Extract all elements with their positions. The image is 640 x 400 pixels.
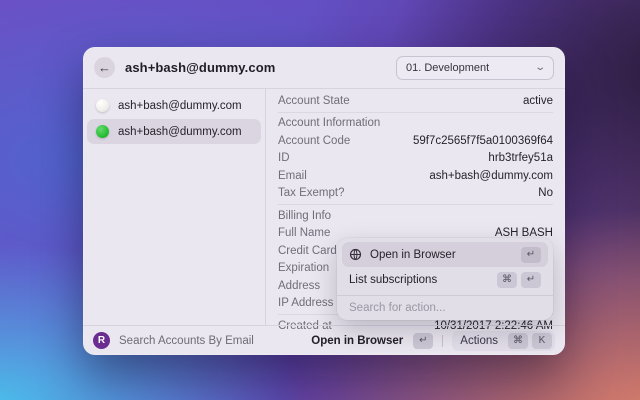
actions-button[interactable]: Actions ⌘ K [452, 330, 555, 351]
footer-bar: R Search Accounts By Email Open in Brows… [83, 326, 565, 355]
enter-key-icon: ↵ [413, 332, 434, 349]
detail-label: Account State [278, 94, 350, 107]
detail-label: Email [278, 169, 307, 182]
detail-label: IP Address [278, 297, 334, 310]
action-item-list-subscriptions[interactable]: List subscriptions ⌘ ↵ [342, 267, 548, 292]
detail-label: Credit Card [278, 244, 337, 257]
command-key-icon: ⌘ [497, 271, 517, 288]
detail-row-tax-exempt: Tax Exempt? No [278, 185, 553, 203]
detail-row-account-state: Account State active [278, 92, 553, 110]
recurly-logo-icon: R [93, 332, 110, 349]
desktop-background: ← ash+bash@dummy.com 01. Development ⌄ a… [0, 0, 640, 400]
detail-value: hrb3trfey51a [488, 152, 553, 165]
detail-row-id: ID hrb3trfey51a [278, 150, 553, 168]
back-button[interactable]: ← [94, 57, 115, 78]
k-key-icon: K [532, 332, 552, 349]
action-item-open-in-browser[interactable]: Open in Browser ↵ [342, 242, 548, 267]
window-header: ← ash+bash@dummy.com 01. Development ⌄ [83, 47, 565, 88]
raycast-window: ← ash+bash@dummy.com 01. Development ⌄ a… [83, 47, 565, 355]
detail-value: active [522, 94, 553, 107]
environment-dropdown[interactable]: 01. Development ⌄ [396, 55, 554, 80]
detail-value: ash+bash@dummy.com [429, 169, 553, 182]
detail-row-account-code: Account Code 59f7c2565f7f5a0100369f64 [278, 132, 553, 150]
command-key-icon: ⌘ [508, 332, 528, 349]
section-divider [278, 111, 553, 113]
action-menu-popup: Open in Browser ↵ List subscriptions ⌘ ↵… [337, 238, 553, 320]
status-dot-icon [96, 125, 109, 138]
primary-action-button[interactable]: Open in Browser [311, 335, 403, 347]
status-dot-icon [96, 99, 109, 112]
detail-label: Expiration [278, 262, 330, 275]
chevron-down-icon: ⌄ [533, 62, 546, 73]
action-item-label: Open in Browser [370, 248, 456, 261]
list-item-account-0[interactable]: ash+bash@dummy.com [87, 93, 261, 118]
section-header-account-information: Account Information [278, 115, 553, 133]
environment-dropdown-value: 01. Development [406, 61, 490, 74]
list-item-account-1-selected[interactable]: ash+bash@dummy.com [87, 119, 261, 144]
account-list: ash+bash@dummy.com ash+bash@dummy.com [83, 89, 265, 325]
action-search-input[interactable]: Search for action... [342, 296, 548, 320]
action-item-label: List subscriptions [349, 273, 438, 286]
footer-separator [442, 334, 444, 347]
page-title: ash+bash@dummy.com [125, 60, 276, 75]
globe-icon [349, 248, 362, 261]
section-title: Account Information [278, 117, 381, 130]
account-email: ash+bash@dummy.com [118, 99, 242, 112]
section-header-billing-info: Billing Info [278, 207, 553, 225]
detail-label: Full Name [278, 227, 331, 240]
section-title: Billing Info [278, 209, 332, 222]
detail-label: Account Code [278, 134, 351, 147]
actions-button-label: Actions [460, 334, 498, 347]
detail-label: ID [278, 152, 290, 165]
enter-key-icon: ↵ [521, 271, 541, 288]
detail-row-email: Email ash+bash@dummy.com [278, 167, 553, 185]
detail-label: Address [278, 279, 321, 292]
account-email: ash+bash@dummy.com [118, 125, 242, 138]
command-name: Search Accounts By Email [119, 334, 254, 347]
section-divider [278, 204, 553, 205]
detail-label: Tax Exempt? [278, 187, 345, 200]
detail-value: No [538, 187, 553, 200]
enter-key-icon: ↵ [521, 246, 541, 263]
back-arrow-icon: ← [98, 60, 111, 75]
detail-value: 59f7c2565f7f5a0100369f64 [412, 134, 553, 147]
